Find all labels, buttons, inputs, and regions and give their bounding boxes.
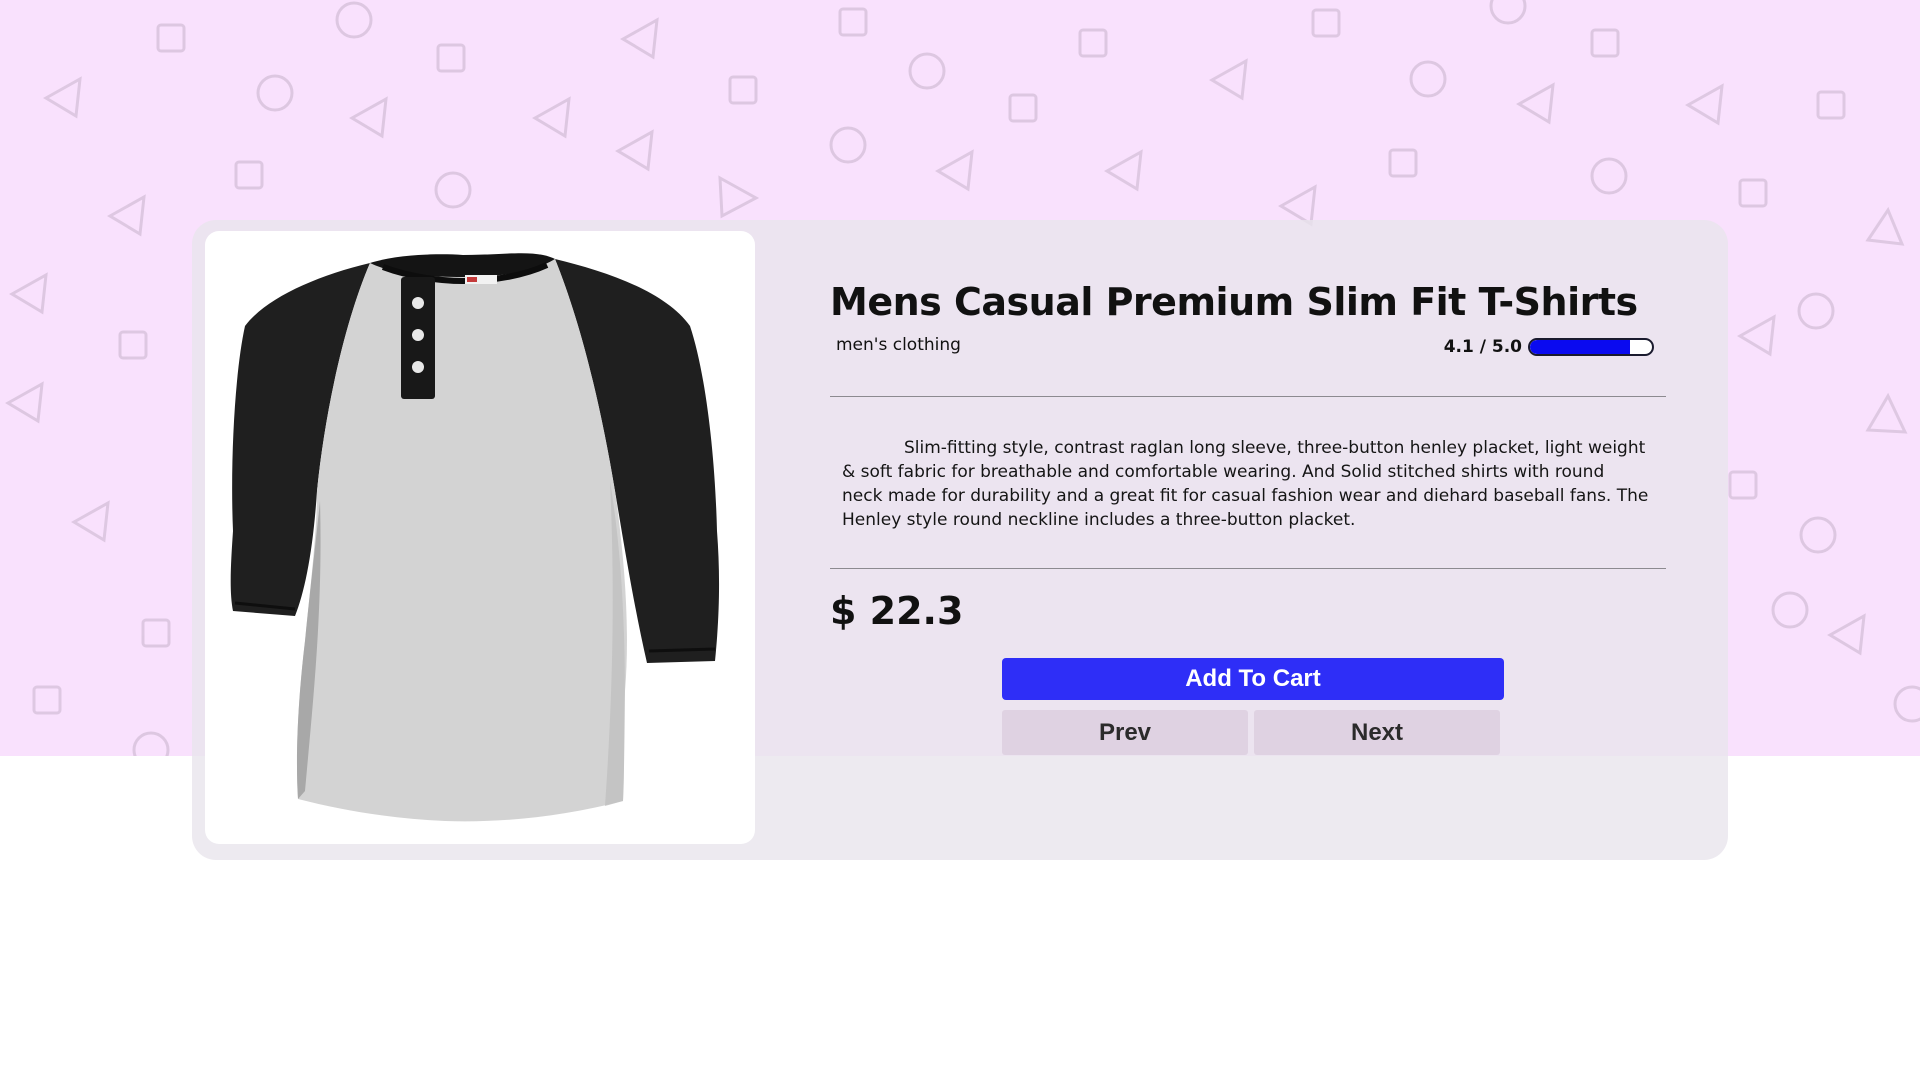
product-card: Mens Casual Premium Slim Fit T-Shirts me… [192, 220, 1728, 860]
product-price: $ 22.3 [830, 589, 964, 633]
add-to-cart-button[interactable]: Add To Cart [1002, 658, 1504, 700]
product-info: Mens Casual Premium Slim Fit T-Shirts me… [830, 220, 1666, 860]
rating-bar [1528, 338, 1654, 356]
divider-bottom [830, 568, 1666, 569]
product-description: Slim-fitting style, contrast raglan long… [842, 438, 1649, 530]
prev-button[interactable]: Prev [1002, 710, 1248, 755]
next-button[interactable]: Next [1254, 710, 1500, 755]
divider-top [830, 396, 1666, 397]
product-image [205, 231, 755, 844]
product-title: Mens Casual Premium Slim Fit T-Shirts [830, 280, 1638, 324]
product-rating: 4.1 / 5.0 [1444, 337, 1654, 357]
rating-bar-fill [1530, 340, 1631, 354]
henley-raglan-shirt-image [230, 253, 720, 822]
rating-text: 4.1 / 5.0 [1443, 337, 1522, 357]
product-category: men's clothing [836, 335, 961, 355]
